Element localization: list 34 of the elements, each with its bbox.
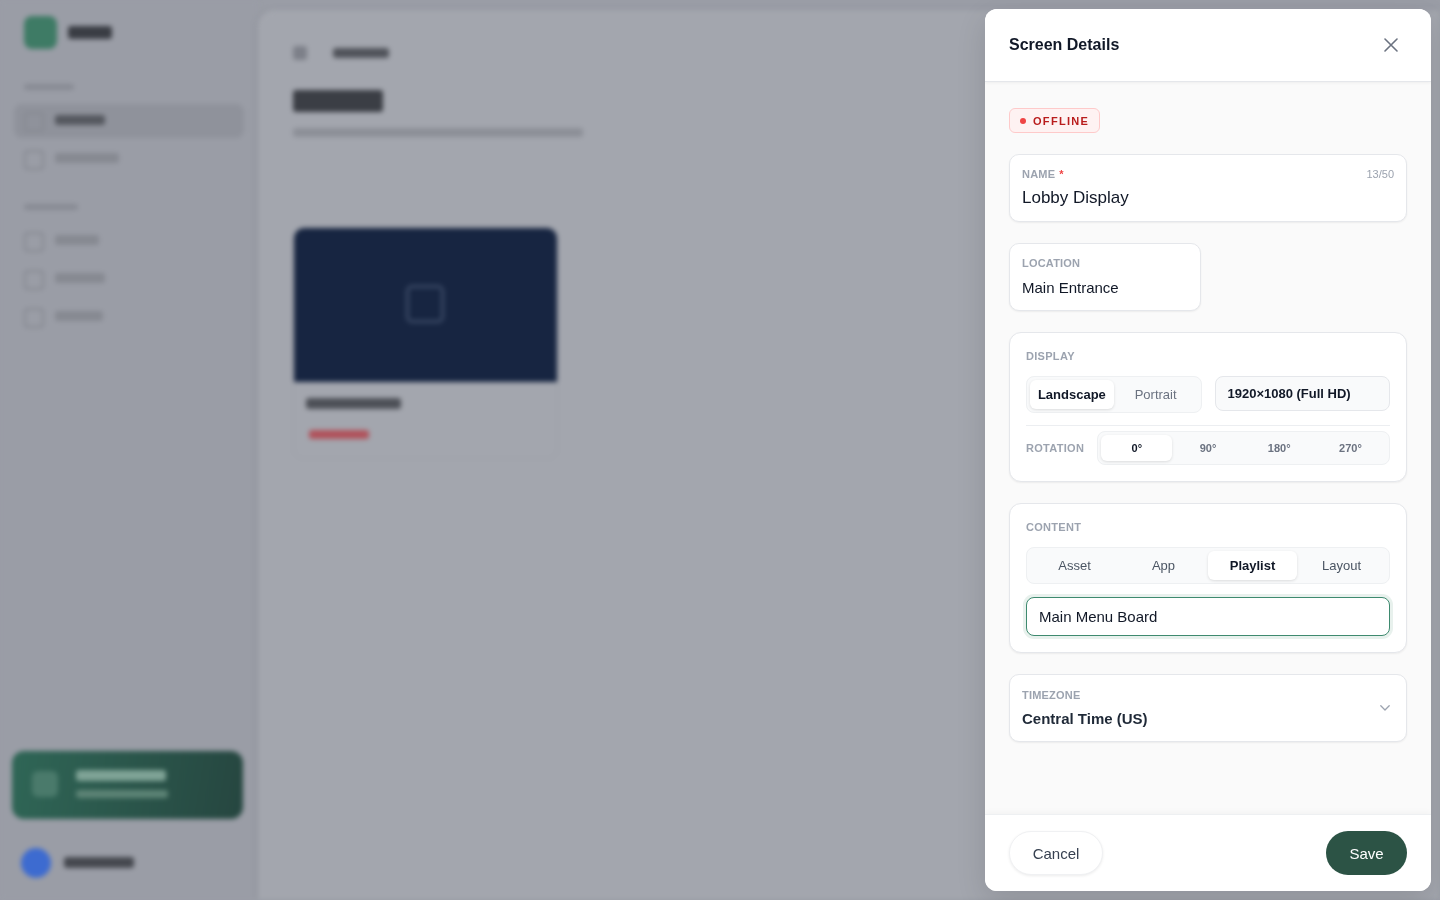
field-label: NAME xyxy=(1022,168,1056,180)
orientation-option[interactable]: Landscape xyxy=(1030,380,1114,409)
name-field[interactable]: NAME * 13/50 Lobby Display xyxy=(1009,154,1407,222)
timezone-select[interactable]: TIMEZONE Central Time (US) xyxy=(1009,674,1407,742)
rotation-option[interactable]: 90° xyxy=(1172,435,1244,461)
section-heading: DISPLAY xyxy=(1026,349,1075,363)
selected-value: Central Time (US) xyxy=(1022,710,1148,727)
content-type-tab[interactable]: Playlist xyxy=(1208,551,1297,580)
required-asterisk: * xyxy=(1059,168,1064,180)
save-button[interactable]: Save xyxy=(1326,831,1407,875)
status-dot-icon xyxy=(1020,117,1026,124)
location-field[interactable]: LOCATION Main Entrance xyxy=(1009,243,1201,311)
location-input[interactable]: Main Entrance xyxy=(1022,276,1188,298)
close-icon xyxy=(1384,38,1398,52)
content-type-tab[interactable]: App xyxy=(1119,551,1208,580)
orientation-option[interactable]: Portrait xyxy=(1113,380,1198,409)
content-type-tab[interactable]: Asset xyxy=(1030,551,1119,580)
field-label: LOCATION xyxy=(1022,257,1081,269)
status-label: OFFLINE xyxy=(1033,114,1090,127)
character-count: 13/50 xyxy=(1366,168,1394,180)
rotation-option[interactable]: 0° xyxy=(1101,435,1173,461)
playlist-input[interactable]: Main Menu Board xyxy=(1026,597,1390,636)
content-type-tab[interactable]: Layout xyxy=(1297,551,1386,580)
rotation-option[interactable]: 270° xyxy=(1314,435,1387,461)
rotation-option[interactable]: 180° xyxy=(1243,435,1315,461)
panel-title: Screen Details xyxy=(1009,36,1120,54)
rotation-label: ROTATION xyxy=(1026,442,1085,454)
chevron-down-icon xyxy=(1380,705,1390,711)
close-button[interactable] xyxy=(1384,38,1398,52)
resolution-select[interactable]: 1920×1080 (Full HD) xyxy=(1214,376,1390,411)
cancel-button[interactable]: Cancel xyxy=(1009,831,1103,875)
section-heading: CONTENT xyxy=(1026,520,1082,534)
field-label: TIMEZONE xyxy=(1022,689,1081,701)
name-input[interactable]: Lobby Display xyxy=(1022,187,1394,209)
